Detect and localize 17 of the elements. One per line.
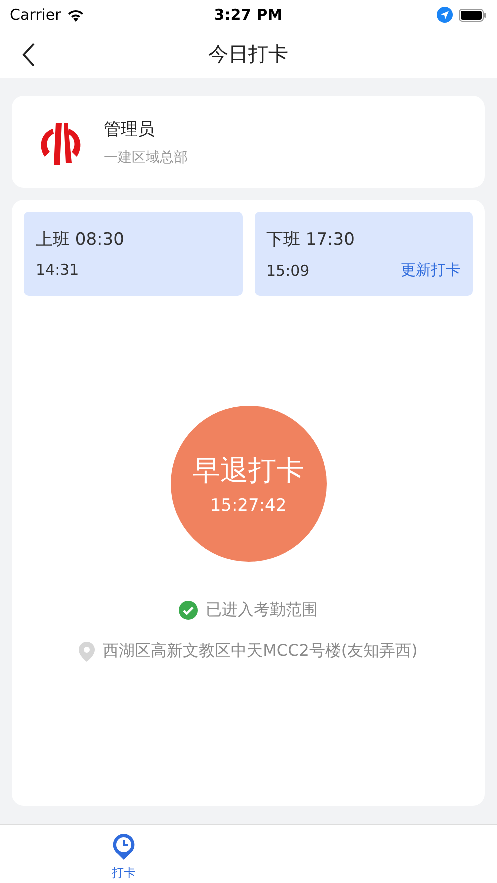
punch-time: 14:31 bbox=[36, 261, 80, 279]
location-pin-icon bbox=[79, 642, 96, 662]
user-name: 管理员 bbox=[104, 118, 156, 140]
range-status-text: 已进入考勤范围 bbox=[206, 600, 318, 621]
shift-label: 上班 08:30 bbox=[36, 229, 126, 251]
department-label: 一建区域总部 bbox=[104, 148, 188, 166]
update-punch-link[interactable]: 更新打卡 bbox=[401, 261, 461, 280]
battery-icon bbox=[458, 8, 487, 22]
clock-pin-icon bbox=[112, 833, 136, 861]
punch-time: 15:09 bbox=[266, 262, 310, 280]
clock-time: 3:27 PM bbox=[214, 6, 283, 24]
location-address: 西湖区高新文教区中天MCC2号楼(友知弄西) bbox=[103, 641, 418, 662]
shift-label: 下班 17:30 bbox=[266, 229, 356, 251]
punch-button[interactable]: 早退打卡 15:27:42 bbox=[170, 406, 326, 562]
wifi-icon bbox=[67, 8, 86, 22]
carrier-label: Carrier bbox=[10, 6, 62, 24]
page-title: 今日打卡 bbox=[208, 40, 288, 68]
